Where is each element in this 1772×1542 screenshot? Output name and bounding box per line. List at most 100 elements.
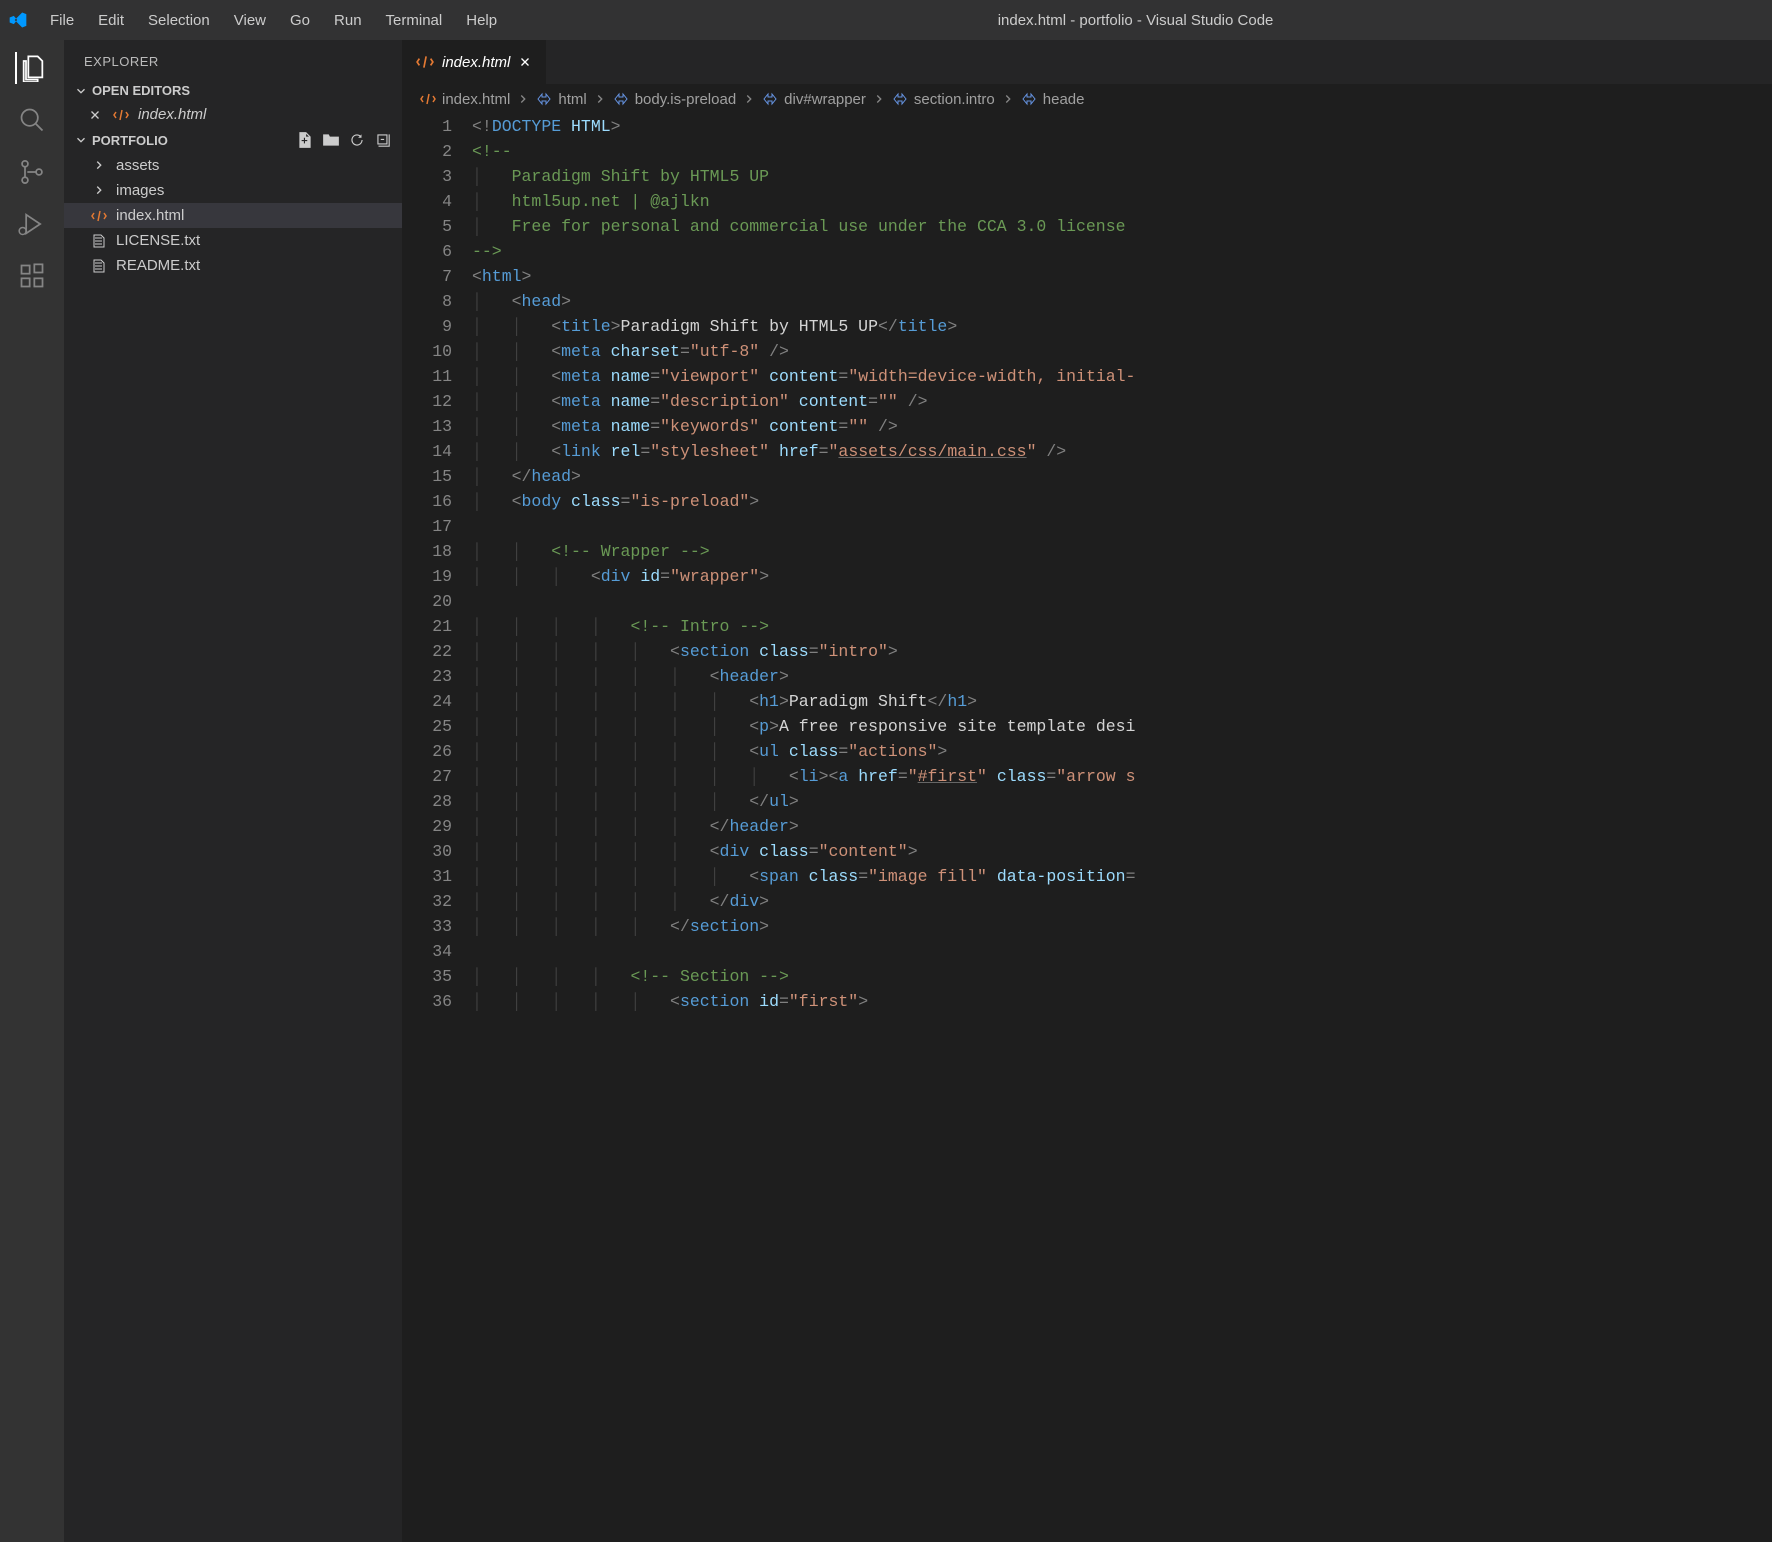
code-area[interactable]: 1234567891011121314151617181920212223242…	[402, 114, 1772, 1542]
breadcrumb-label: section.intro	[914, 91, 995, 108]
code-line[interactable]: │ │ │ │ │ │ │ <p>A free responsive site …	[472, 714, 1772, 739]
breadcrumb-item[interactable]: section.intro	[892, 91, 995, 108]
line-number: 6	[402, 239, 452, 264]
menu-bar: FileEditSelectionViewGoRunTerminalHelp	[40, 6, 507, 35]
code-line[interactable]: │ │ │ │ │ │ │ </ul>	[472, 789, 1772, 814]
code-line[interactable]: │ │ │ │ │ │ │ <ul class="actions">	[472, 739, 1772, 764]
menu-run[interactable]: Run	[324, 6, 372, 35]
line-number: 35	[402, 964, 452, 989]
code-line[interactable]: │ html5up.net | @ajlkn	[472, 189, 1772, 214]
line-number: 32	[402, 889, 452, 914]
code-line[interactable]: │ │ │ │ <!-- Intro -->	[472, 614, 1772, 639]
code-line[interactable]: │ Paradigm Shift by HTML5 UP	[472, 164, 1772, 189]
line-number: 27	[402, 764, 452, 789]
tab-label: index.html	[442, 54, 510, 71]
line-number: 7	[402, 264, 452, 289]
new-file-icon[interactable]	[296, 131, 314, 149]
menu-terminal[interactable]: Terminal	[376, 6, 453, 35]
line-number: 24	[402, 689, 452, 714]
code-line[interactable]: │ </head>	[472, 464, 1772, 489]
folder-icon	[90, 184, 108, 198]
code-line[interactable]: │ │ <meta name="description" content="" …	[472, 389, 1772, 414]
vscode-logo-icon	[8, 10, 40, 30]
code-line[interactable]: │ │ <!-- Wrapper -->	[472, 539, 1772, 564]
menu-selection[interactable]: Selection	[138, 6, 220, 35]
menu-help[interactable]: Help	[456, 6, 507, 35]
breadcrumb-label: div#wrapper	[784, 91, 866, 108]
close-icon[interactable]	[86, 108, 104, 122]
close-icon[interactable]	[518, 55, 532, 69]
activity-bar	[0, 40, 64, 1542]
code-line[interactable]: │ │ <meta name="viewport" content="width…	[472, 364, 1772, 389]
menu-view[interactable]: View	[224, 6, 276, 35]
line-number: 3	[402, 164, 452, 189]
new-folder-icon[interactable]	[322, 131, 340, 149]
workspace-header[interactable]: PORTFOLIO	[64, 127, 402, 153]
line-number: 21	[402, 614, 452, 639]
menu-go[interactable]: Go	[280, 6, 320, 35]
code-line[interactable]: │ │ │ │ │ │ </header>	[472, 814, 1772, 839]
tree-item-assets[interactable]: assets	[64, 153, 402, 178]
line-number: 10	[402, 339, 452, 364]
code-line[interactable]: │ │ <title>Paradigm Shift by HTML5 UP</t…	[472, 314, 1772, 339]
code-line[interactable]: │ │ │ │ │ │ </div>	[472, 889, 1772, 914]
open-editor-item[interactable]: index.html	[64, 102, 402, 127]
code-line[interactable]: │ <head>	[472, 289, 1772, 314]
chevron-right-icon	[742, 92, 756, 106]
code-line[interactable]: <!DOCTYPE HTML>	[472, 114, 1772, 139]
chevron-right-icon	[1001, 92, 1015, 106]
tree-item-index-html[interactable]: index.html	[64, 203, 402, 228]
breadcrumb-item[interactable]: body.is-preload	[613, 91, 736, 108]
tab-index-html[interactable]: index.html	[402, 40, 546, 84]
code-line[interactable]: │ │ │ │ │ │ <header>	[472, 664, 1772, 689]
tree-item-images[interactable]: images	[64, 178, 402, 203]
extensions-activity-icon[interactable]	[16, 260, 48, 292]
code-content[interactable]: <!DOCTYPE HTML><!--│ Paradigm Shift by H…	[472, 114, 1772, 1542]
line-number: 9	[402, 314, 452, 339]
code-line[interactable]: │ │ │ <div id="wrapper">	[472, 564, 1772, 589]
code-line[interactable]: │ Free for personal and commercial use u…	[472, 214, 1772, 239]
line-number: 1	[402, 114, 452, 139]
tree-item-LICENSE-txt[interactable]: LICENSE.txt	[64, 228, 402, 253]
code-line[interactable]: │ │ │ │ <!-- Section -->	[472, 964, 1772, 989]
code-line[interactable]: │ │ │ │ │ │ │ │ <li><a href="#first" cla…	[472, 764, 1772, 789]
menu-file[interactable]: File	[40, 6, 84, 35]
code-line[interactable]: │ │ │ │ │ </section>	[472, 914, 1772, 939]
breadcrumb-item[interactable]: div#wrapper	[762, 91, 866, 108]
line-number: 15	[402, 464, 452, 489]
code-line[interactable]: -->	[472, 239, 1772, 264]
code-line[interactable]: │ │ │ │ │ <section id="first">	[472, 989, 1772, 1014]
breadcrumb-label: body.is-preload	[635, 91, 736, 108]
code-line[interactable]: │ │ <meta charset="utf-8" />	[472, 339, 1772, 364]
menu-edit[interactable]: Edit	[88, 6, 134, 35]
refresh-icon[interactable]	[348, 131, 366, 149]
breadcrumb-item[interactable]: index.html	[420, 91, 510, 108]
source-control-activity-icon[interactable]	[16, 156, 48, 188]
code-line[interactable]: │ │ │ │ │ │ <div class="content">	[472, 839, 1772, 864]
breadcrumbs[interactable]: index.html html body.is-preload div#wrapper…	[402, 84, 1772, 114]
code-line[interactable]: <!--	[472, 139, 1772, 164]
code-line[interactable]	[472, 514, 1772, 539]
code-line[interactable]: │ │ │ │ │ │ │ <span class="image fill" d…	[472, 864, 1772, 889]
open-editors-header[interactable]: OPEN EDITORS	[64, 79, 402, 102]
explorer-activity-icon[interactable]	[15, 52, 47, 84]
line-number: 4	[402, 189, 452, 214]
collapse-all-icon[interactable]	[374, 131, 392, 149]
code-line[interactable]	[472, 939, 1772, 964]
debug-activity-icon[interactable]	[16, 208, 48, 240]
code-line[interactable]: │ │ │ │ │ <section class="intro">	[472, 639, 1772, 664]
code-line[interactable]: │ <body class="is-preload">	[472, 489, 1772, 514]
code-line[interactable]: │ │ <meta name="keywords" content="" />	[472, 414, 1772, 439]
tree-item-label: assets	[116, 157, 159, 174]
breadcrumb-item[interactable]: heade	[1021, 91, 1085, 108]
breadcrumb-item[interactable]: html	[536, 91, 586, 108]
line-number: 25	[402, 714, 452, 739]
code-line[interactable]: │ │ <link rel="stylesheet" href="assets/…	[472, 439, 1772, 464]
code-line[interactable]	[472, 589, 1772, 614]
tree-item-README-txt[interactable]: README.txt	[64, 253, 402, 278]
search-activity-icon[interactable]	[16, 104, 48, 136]
brackets-icon	[892, 91, 908, 107]
line-number: 30	[402, 839, 452, 864]
code-line[interactable]: <html>	[472, 264, 1772, 289]
code-line[interactable]: │ │ │ │ │ │ │ <h1>Paradigm Shift</h1>	[472, 689, 1772, 714]
